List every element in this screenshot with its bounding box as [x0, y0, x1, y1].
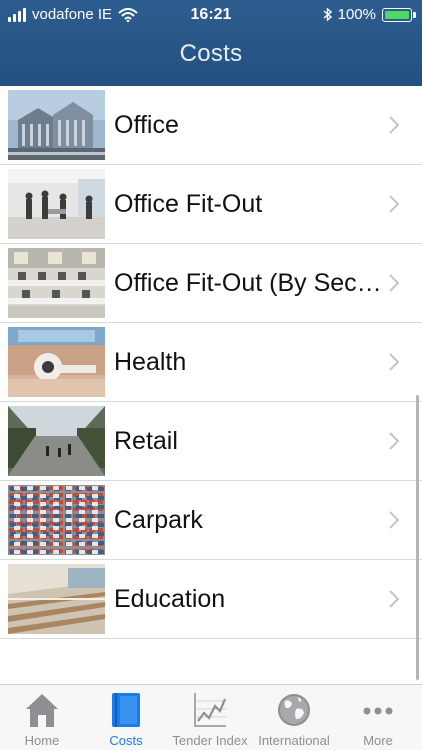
- tab-more[interactable]: More: [336, 685, 420, 751]
- chevron-right-icon: [389, 274, 400, 292]
- retail-photo: [8, 406, 105, 476]
- tab-costs[interactable]: Costs: [84, 685, 168, 751]
- education-photo: [8, 564, 105, 634]
- chevron-right-icon: [389, 353, 400, 371]
- tab-label: Costs: [109, 733, 143, 748]
- health-photo: [8, 327, 105, 397]
- bluetooth-icon: [323, 7, 332, 22]
- globe-icon: [278, 694, 310, 726]
- office-fitout-sector-photo: [8, 248, 105, 318]
- list-item-label: Office: [114, 111, 179, 139]
- list-item-label: Office Fit-Out: [114, 190, 263, 218]
- tab-home[interactable]: Home: [0, 685, 84, 751]
- chevron-right-icon: [389, 590, 400, 608]
- tab-tender-index[interactable]: Tender Index: [168, 685, 252, 751]
- list-item-office-fit-out[interactable]: Office Fit-Out: [0, 165, 422, 244]
- tab-label: International: [258, 733, 330, 748]
- battery-icon: [382, 7, 416, 22]
- list-item-label: Education: [114, 585, 226, 613]
- list-item-label: Health: [114, 348, 187, 376]
- page-title: Costs: [179, 40, 243, 67]
- office-fitout-photo: [8, 169, 105, 239]
- list-item-health[interactable]: Health: [0, 323, 422, 402]
- list-item-office-fit-out-by-sector[interactable]: Office Fit-Out (By Sector): [0, 244, 422, 323]
- scrollbar[interactable]: [416, 395, 419, 680]
- tab-label: More: [363, 733, 393, 748]
- battery-percent: 100%: [337, 6, 376, 23]
- tab-bar: Home Costs Tender Index International Mo…: [0, 684, 422, 750]
- carpark-photo: [8, 485, 105, 555]
- tab-label: Tender Index: [172, 733, 248, 748]
- list-item-education[interactable]: Education: [0, 560, 422, 639]
- tab-international[interactable]: International: [252, 685, 336, 751]
- status-bar: vodafone IE 16:21 100%: [0, 0, 422, 30]
- tab-label: Home: [24, 733, 60, 748]
- list-item-carpark[interactable]: Carpark: [0, 481, 422, 560]
- chevron-right-icon: [389, 432, 400, 450]
- chevron-right-icon: [389, 511, 400, 529]
- more-icon: [363, 707, 393, 715]
- list-item-label: Retail: [114, 427, 178, 455]
- chevron-right-icon: [389, 116, 400, 134]
- list-item-office[interactable]: Office: [0, 86, 422, 165]
- navigation-bar: vodafone IE 16:21 100% Costs: [0, 0, 422, 86]
- chevron-right-icon: [389, 195, 400, 213]
- list-item-label: Carpark: [114, 506, 203, 534]
- list-item-retail[interactable]: Retail: [0, 402, 422, 481]
- chart-icon: [194, 693, 227, 727]
- office-building-photo: [8, 90, 105, 160]
- costs-list[interactable]: Office Office Fit-Out Office Fit-Out (By…: [0, 86, 422, 684]
- list-item-label: Office Fit-Out (By Sector): [114, 269, 384, 297]
- home-icon: [26, 694, 58, 727]
- book-icon: [112, 693, 140, 727]
